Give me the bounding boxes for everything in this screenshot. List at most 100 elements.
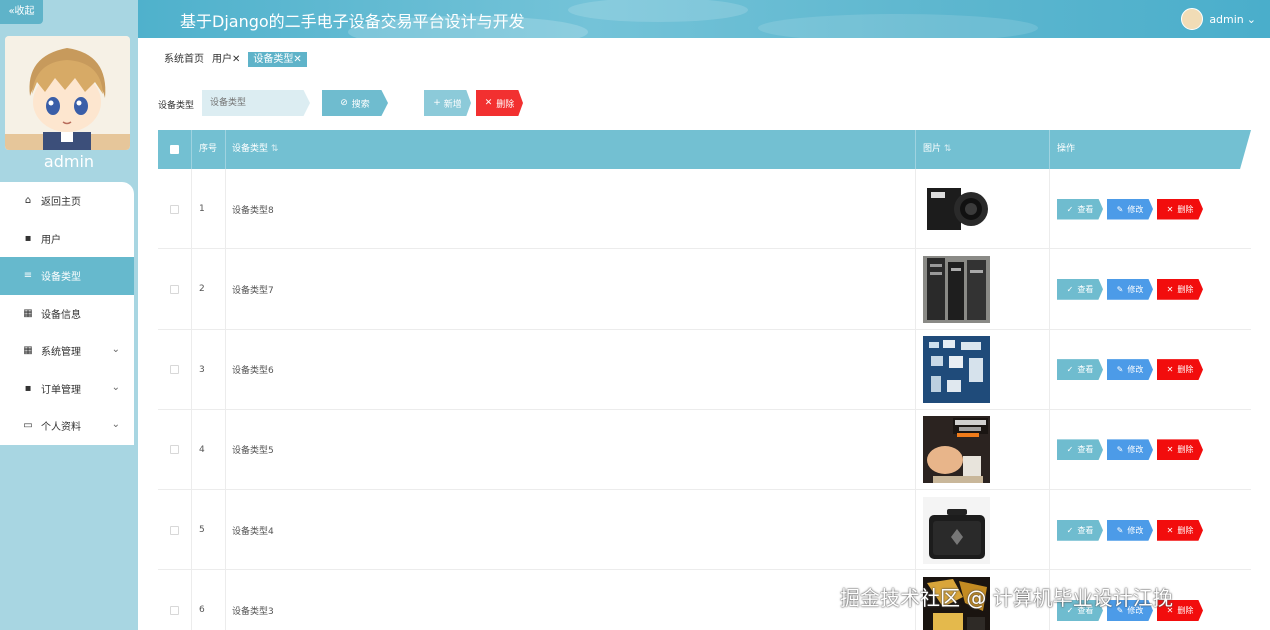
close-icon: ✕ <box>1166 365 1174 375</box>
tab-users[interactable]: 用户✕ <box>212 52 240 67</box>
sidebar-item-label: 订单管理 <box>41 384 81 396</box>
view-button[interactable]: ✓ 查看 <box>1057 359 1103 381</box>
sidebar-user-name: admin <box>43 152 95 171</box>
row-checkbox[interactable] <box>170 284 179 294</box>
sidebar-item-home[interactable]: ⌂ 返回主页 <box>0 182 134 220</box>
row-actions: ✓ 查看 ✎ 修改 ✕ 删除 <box>1050 410 1251 490</box>
column-header-device-type[interactable]: 设备类型 ⇅ <box>226 130 916 169</box>
delete-button-label: 删除 <box>1177 605 1194 615</box>
row-checkbox[interactable] <box>170 445 179 455</box>
batch-delete-button[interactable]: ✕ 删除 <box>476 90 523 116</box>
device-type-table: 序号 设备类型 ⇅ 图片 ⇅ 操作 1 设备类型8 ✓ 查看 ✎ 修改 ✕ 删除… <box>158 130 1251 630</box>
view-button-label: 查看 <box>1077 204 1094 214</box>
delete-button-label: 删除 <box>496 99 515 110</box>
sidebar-item-order-management[interactable]: ▪ 订单管理 ⌄ <box>0 370 134 408</box>
delete-button[interactable]: ✕ 删除 <box>1157 439 1203 461</box>
row-device-type: 设备类型4 <box>226 490 916 571</box>
column-header-index: 序号 <box>192 130 226 169</box>
sidebar-item-label: 用户 <box>41 234 61 246</box>
close-icon[interactable]: ✕ <box>293 54 301 65</box>
tab-device-type[interactable]: 设备类型✕ <box>248 52 307 67</box>
close-icon: ✕ <box>1166 284 1174 294</box>
row-checkbox[interactable] <box>170 605 179 615</box>
row-actions: ✓ 查看 ✎ 修改 ✕ 删除 <box>1050 249 1251 329</box>
rgb-light-thumbnail[interactable] <box>923 416 990 484</box>
delete-button[interactable]: ✕ 删除 <box>1157 278 1203 300</box>
edit-icon: ✎ <box>1116 445 1124 455</box>
row-image-cell <box>916 490 1050 571</box>
page-title: 基于Django的二手电子设备交易平台设计与开发 <box>180 12 525 31</box>
delete-button[interactable]: ✕ 删除 <box>1157 359 1203 381</box>
device-type-search-input[interactable] <box>202 90 310 116</box>
sort-icon[interactable]: ⇅ <box>944 144 952 154</box>
sidebar-item-device-info[interactable]: ▦ 设备信息 <box>0 295 134 333</box>
row-checkbox-cell <box>158 169 192 249</box>
close-icon[interactable]: ✕ <box>232 54 240 65</box>
electronics-thumbnail[interactable] <box>923 336 990 404</box>
row-index: 4 <box>192 409 226 490</box>
row-actions: ✓ 查看 ✎ 修改 ✕ 删除 <box>1050 169 1251 249</box>
edit-button[interactable]: ✎ 修改 <box>1107 198 1153 220</box>
id-card-icon: ▭ <box>23 420 33 432</box>
column-header-label: 设备类型 <box>232 144 269 154</box>
row-device-type: 设备类型5 <box>226 409 916 490</box>
edit-icon: ✎ <box>1116 525 1124 535</box>
edit-icon: ✎ <box>1116 204 1124 214</box>
chevron-down-icon: ⌄ <box>111 419 120 430</box>
view-button[interactable]: ✓ 查看 <box>1057 439 1103 461</box>
tab-label: 设备类型 <box>253 54 294 65</box>
table-row: 4 设备类型5 ✓ 查看 ✎ 修改 ✕ 删除 <box>158 409 1251 491</box>
sidebar: «收起 admin ⌂ 返回主页 ▪ 用户 ≡ 设备类型 ▦ 设备信息 ▦ 系统… <box>0 0 138 630</box>
user-menu[interactable]: admin ⌄ <box>1181 8 1256 30</box>
delete-button-label: 删除 <box>1177 445 1194 455</box>
row-actions: ✓ 查看 ✎ 修改 ✕ 删除 <box>1050 330 1251 410</box>
sort-icon[interactable]: ⇅ <box>271 144 279 154</box>
row-checkbox[interactable] <box>170 525 179 535</box>
select-all-checkbox[interactable] <box>170 145 179 154</box>
view-button[interactable]: ✓ 查看 <box>1057 519 1103 541</box>
edit-button-label: 修改 <box>1127 204 1144 214</box>
user-icon: ▪ <box>24 232 32 244</box>
edit-button[interactable]: ✎ 修改 <box>1107 359 1153 381</box>
edit-button[interactable]: ✎ 修改 <box>1107 278 1153 300</box>
row-device-type: 设备类型3 <box>226 570 916 630</box>
edit-button[interactable]: ✎ 修改 <box>1107 439 1153 461</box>
row-image-cell <box>916 329 1050 410</box>
row-index: 3 <box>192 329 226 410</box>
sidebar-item-device-type[interactable]: ≡ 设备类型 <box>0 257 134 295</box>
row-checkbox[interactable] <box>170 365 179 375</box>
row-actions: ✓ 查看 ✎ 修改 ✕ 删除 <box>1050 490 1251 570</box>
view-button[interactable]: ✓ 查看 <box>1057 198 1103 220</box>
camera-thumbnail[interactable] <box>923 175 990 243</box>
edit-button[interactable]: ✎ 修改 <box>1107 519 1153 541</box>
tab-home[interactable]: 系统首页 <box>164 52 204 67</box>
edit-button-label: 修改 <box>1127 284 1144 294</box>
column-header-image[interactable]: 图片 ⇅ <box>916 130 1050 169</box>
monitor-icon: ▪ <box>24 382 32 394</box>
chevron-down-icon: ⌄ <box>111 381 120 393</box>
user-avatar <box>5 36 130 150</box>
delete-button[interactable]: ✕ 删除 <box>1157 519 1203 541</box>
sidebar-item-label: 返回主页 <box>41 197 81 209</box>
check-icon: ✓ <box>1066 365 1074 375</box>
sidebar-item-profile[interactable]: ▭ 个人资料 ⌄ <box>0 407 134 445</box>
delete-button[interactable]: ✕ 删除 <box>1157 198 1203 220</box>
add-button[interactable]: + 新增 <box>424 90 471 116</box>
collapse-button[interactable]: «收起 <box>0 0 43 24</box>
search-button[interactable]: ⊘ 搜索 <box>322 90 388 116</box>
server-rack-thumbnail[interactable] <box>923 255 990 323</box>
edit-icon: ✎ <box>1116 365 1124 375</box>
row-checkbox[interactable] <box>170 204 179 214</box>
hard-case-thumbnail[interactable] <box>923 496 990 564</box>
check-icon: ✓ <box>1066 445 1074 455</box>
view-button[interactable]: ✓ 查看 <box>1057 278 1103 300</box>
chevron-down-icon: ⌄ <box>1246 12 1256 26</box>
sidebar-item-users[interactable]: ▪ 用户 <box>0 220 134 258</box>
close-icon: ✕ <box>1166 445 1174 455</box>
tab-bar: 系统首页 用户✕ 设备类型✕ <box>164 52 315 67</box>
view-button-label: 查看 <box>1077 445 1094 455</box>
table-row: 2 设备类型7 ✓ 查看 ✎ 修改 ✕ 删除 <box>158 249 1251 330</box>
grid-icon: ▦ <box>23 307 33 319</box>
sidebar-item-system-management[interactable]: ▦ 系统管理 ⌄ <box>0 332 134 370</box>
edit-button-label: 修改 <box>1127 365 1144 375</box>
